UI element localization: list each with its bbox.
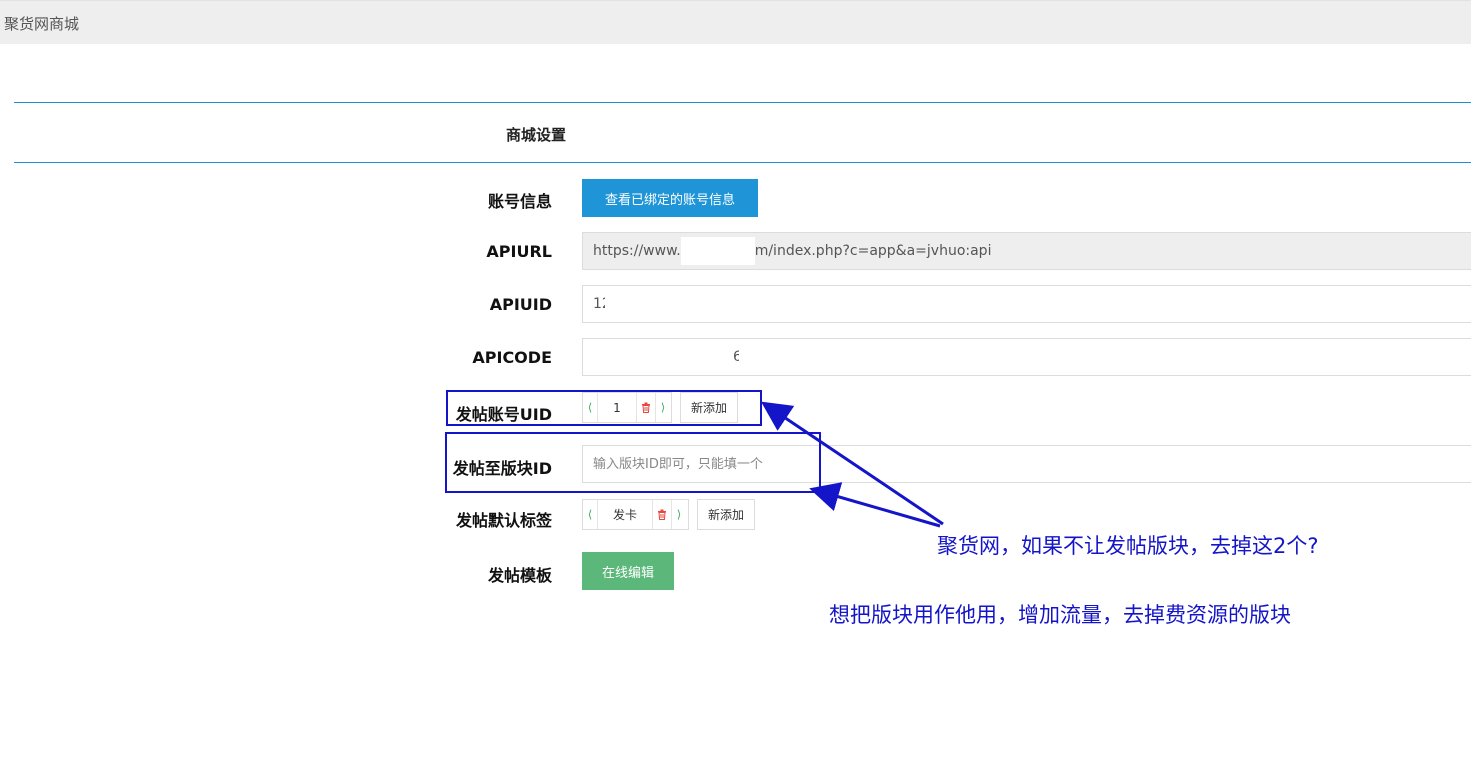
arrow-to-uid [761,401,944,526]
annotation-arrows [761,401,944,528]
annotation-note-1: 聚货网，如果不让发帖版块，去掉这2个? [937,534,1319,558]
annotation-note-2: 想把版块用作他用，增加流量，去掉费资源的版块 [829,603,1291,627]
